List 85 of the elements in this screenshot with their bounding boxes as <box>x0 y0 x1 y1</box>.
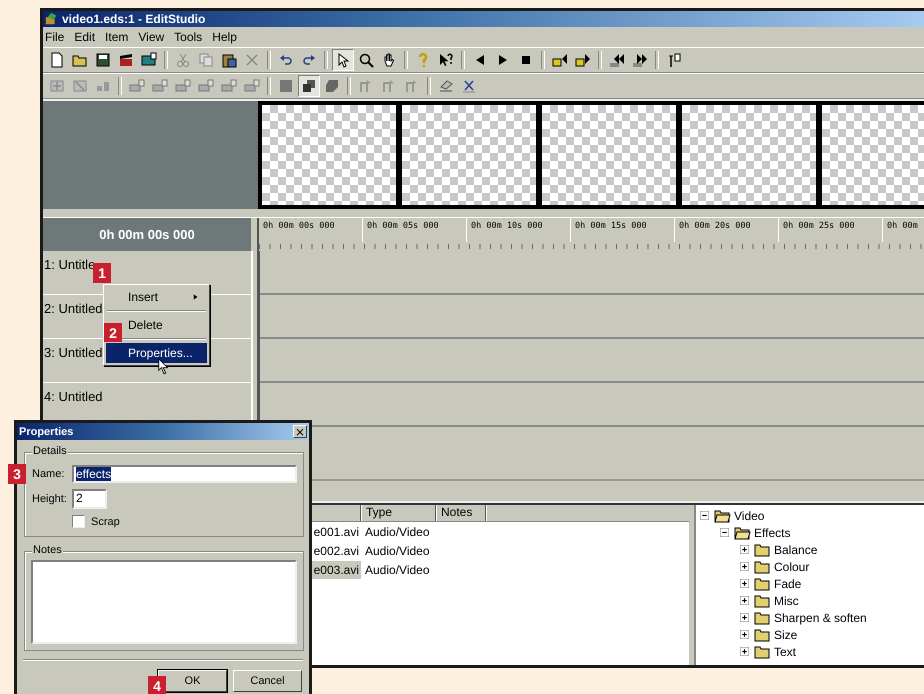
tree-item[interactable]: Sharpen & soften <box>774 610 867 624</box>
group-label: Details <box>32 445 68 457</box>
layers-button[interactable] <box>298 75 320 97</box>
menu-item[interactable]: Delete <box>126 315 207 335</box>
callout-number: 4 <box>148 676 166 694</box>
ruler-label: 0h 00m 25s 000 <box>779 218 883 242</box>
ruler-label: 0h 00m 15s 000 <box>571 218 675 242</box>
ruler-label: 0h 00m 10s 000 <box>467 218 571 242</box>
pointer-question-icon <box>438 52 454 68</box>
app-icon <box>45 12 59 26</box>
menu-item[interactable]: View <box>138 30 164 44</box>
menu-item[interactable]: File <box>45 30 64 44</box>
scissors-icon <box>175 52 191 68</box>
group-label: Notes <box>32 544 63 556</box>
clapperboard-icon <box>118 52 134 68</box>
column-header[interactable]: Type <box>361 505 436 521</box>
undo-icon <box>278 52 294 68</box>
menu-item[interactable]: Help <box>212 30 237 44</box>
clipboard-icon <box>221 52 237 68</box>
track-icon <box>152 78 168 94</box>
track-icon <box>129 78 145 94</box>
checkbox[interactable] <box>72 515 85 528</box>
ruler-label: 0h 00m 05s 000 <box>363 218 467 242</box>
square-icon <box>278 78 294 94</box>
name-field[interactable]: effects <box>72 465 297 483</box>
tree-item[interactable]: Size <box>774 628 798 642</box>
file-type: Audio/Video <box>364 544 430 558</box>
notes-field[interactable] <box>31 560 297 644</box>
dialog-title: Properties <box>19 426 74 438</box>
callout-number: 3 <box>8 464 26 484</box>
tree-item[interactable]: Text <box>774 644 796 658</box>
folder-icon <box>753 592 771 608</box>
track-icon <box>198 78 214 94</box>
tree-item[interactable]: Balance <box>774 542 818 556</box>
window-title: video1.eds:1 - EditStudio <box>62 12 206 26</box>
ruler-label: 0h 00m <box>883 218 924 242</box>
tree-item[interactable]: Fade <box>774 576 802 590</box>
column-header[interactable]: Notes <box>436 505 486 521</box>
copy-icon <box>198 52 214 68</box>
close-button[interactable]: × <box>293 425 307 438</box>
ruler-label: 0h 00m 20s 000 <box>675 218 779 242</box>
forward-marker-icon <box>632 52 648 68</box>
open-folder-icon <box>713 508 731 524</box>
track-icon <box>175 78 191 94</box>
rewind-marker-icon <box>609 52 625 68</box>
menu-item[interactable]: Tools <box>174 30 202 44</box>
menu-item[interactable]: Properties... <box>106 343 207 363</box>
tree-item[interactable]: Colour <box>774 560 810 574</box>
slanted-block-icon <box>324 78 340 94</box>
dialog-button[interactable]: Cancel <box>233 670 302 692</box>
folder-icon <box>753 626 771 642</box>
callout-number: 2 <box>104 323 122 342</box>
search-icon <box>358 52 374 68</box>
redo-icon <box>301 52 317 68</box>
field-label: Height: <box>32 493 66 505</box>
field-label: Name: <box>32 468 66 480</box>
ruler-label: 0h 00m 00s 000 <box>259 218 363 242</box>
tree-item[interactable]: Misc <box>774 594 799 608</box>
height-field[interactable]: 2 <box>72 489 107 509</box>
tree-item[interactable]: Video <box>734 508 764 522</box>
folder-icon <box>753 558 771 574</box>
track-icon <box>221 78 237 94</box>
film-arrow-icon <box>575 52 591 68</box>
layers-icon <box>301 78 317 94</box>
checkbox-label: Scrap <box>91 516 120 528</box>
callout-number: 1 <box>93 263 111 283</box>
clear-cross-icon <box>461 78 477 94</box>
folder-icon <box>753 610 771 626</box>
folder-icon <box>753 576 771 592</box>
menu-item[interactable]: Edit <box>74 30 96 44</box>
file-type: Audio/Video <box>364 562 430 576</box>
current-time: 0h 00m 00s 000 <box>43 218 251 251</box>
film-icon <box>141 52 157 68</box>
cross-icon <box>244 52 260 68</box>
menu-item[interactable]: Item <box>105 30 128 44</box>
folder-icon <box>753 542 771 558</box>
open-folder-icon <box>733 524 751 540</box>
pointer-button[interactable] <box>332 49 354 71</box>
track-icon <box>244 78 260 94</box>
page-icon <box>49 52 65 68</box>
film-arrow-icon <box>552 52 568 68</box>
folder-icon <box>753 644 771 660</box>
tree-item[interactable]: Effects <box>754 526 790 540</box>
split-icon <box>666 52 682 68</box>
file-type: Audio/Video <box>364 524 430 538</box>
